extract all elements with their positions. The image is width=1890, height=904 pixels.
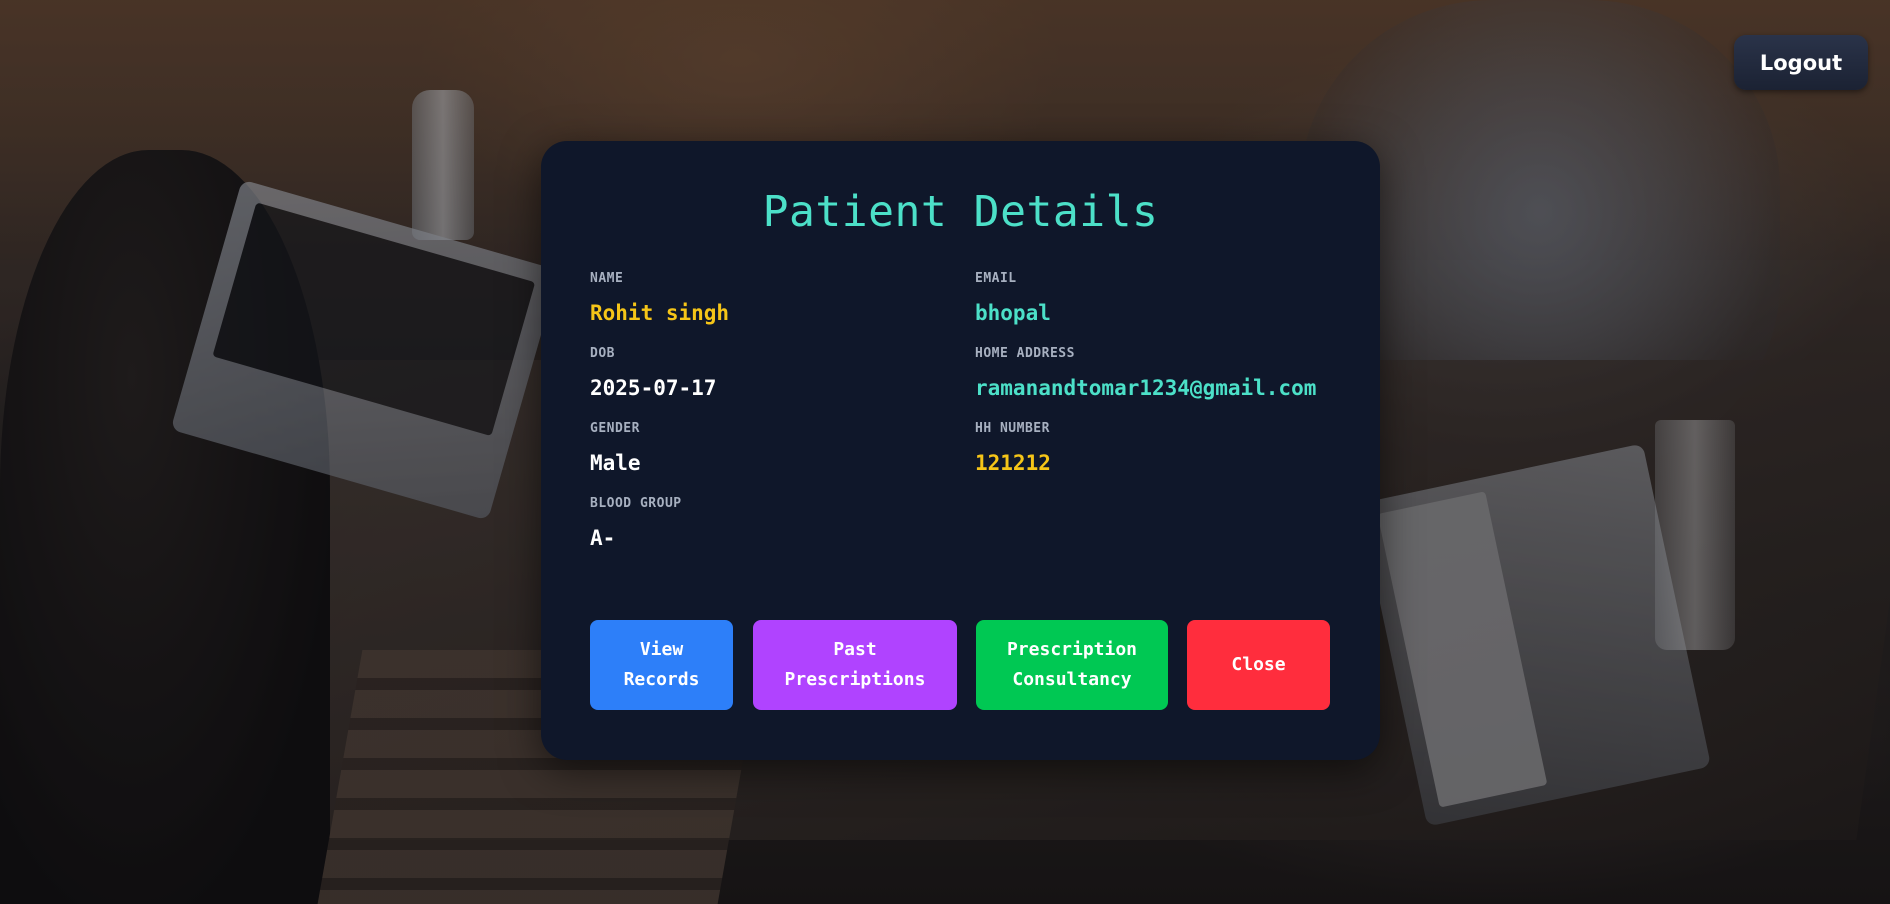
field-home-address-value: ramanandtomar1234@gmail.com — [975, 376, 1317, 400]
prescription-consultancy-label-line2: Consultancy — [1012, 669, 1132, 690]
field-email-value: bhopal — [975, 301, 1051, 325]
field-blood-group: BLOOD GROUP A- — [590, 496, 682, 550]
field-home-address: HOME ADDRESS ramanandtomar1234@gmail.com — [975, 346, 1316, 400]
prescription-consultancy-label-line1: Prescription — [1006, 639, 1138, 660]
field-email-label: EMAIL — [975, 271, 1017, 286]
field-hh-number: HH NUMBER 121212 — [975, 421, 1051, 475]
view-records-button-text: View Records — [624, 635, 700, 695]
prescription-consultancy-button-text: Prescription Consultancy — [1007, 635, 1137, 695]
view-records-label-line2: Records — [623, 669, 700, 690]
field-hh-number-value: 121212 — [975, 451, 1051, 475]
field-hh-number-label: HH NUMBER — [975, 421, 1050, 436]
close-button[interactable]: Close — [1187, 620, 1330, 710]
field-dob: DOB 2025-07-17 — [590, 346, 716, 400]
patient-details-modal: Patient Details NAME Rohit singh EMAIL b… — [541, 141, 1380, 760]
field-email: EMAIL bhopal — [975, 271, 1051, 325]
field-dob-label: DOB — [590, 346, 615, 361]
field-name-label: NAME — [590, 271, 624, 286]
past-prescriptions-label-line2: Prescriptions — [784, 669, 926, 690]
field-name-value: Rohit singh — [590, 301, 730, 325]
field-name: NAME Rohit singh — [590, 271, 729, 325]
past-prescriptions-button-text: Past Prescriptions — [785, 635, 926, 695]
field-blood-group-value: A- — [590, 526, 616, 550]
field-blood-group-label: BLOOD GROUP — [590, 496, 682, 511]
field-gender-value: Male — [590, 451, 641, 475]
field-gender: GENDER Male — [590, 421, 641, 475]
past-prescriptions-label-line1: Past — [833, 639, 877, 660]
field-gender-label: GENDER — [590, 421, 640, 436]
modal-title: Patient Details — [762, 187, 1159, 237]
field-dob-value: 2025-07-17 — [590, 376, 717, 400]
view-records-button[interactable]: View Records — [590, 620, 733, 710]
logout-button[interactable]: Logout — [1734, 35, 1868, 90]
field-home-address-label: HOME ADDRESS — [975, 346, 1075, 361]
past-prescriptions-button[interactable]: Past Prescriptions — [753, 620, 957, 710]
view-records-label-line1: View — [639, 639, 684, 660]
prescription-consultancy-button[interactable]: Prescription Consultancy — [976, 620, 1168, 710]
